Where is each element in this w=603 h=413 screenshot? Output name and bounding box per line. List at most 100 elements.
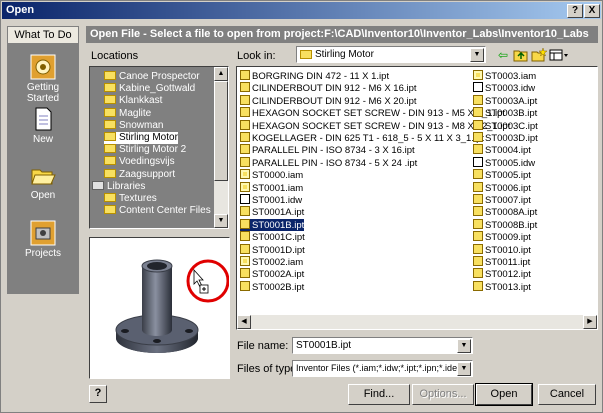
back-icon[interactable]: ⇦ <box>495 47 511 63</box>
nav-projects[interactable]: Projects <box>7 220 79 259</box>
new-folder-icon[interactable] <box>531 47 548 63</box>
file-item[interactable]: ST0001D.ipt <box>240 243 305 256</box>
file-item[interactable]: ST0001.iam <box>240 181 303 194</box>
file-item[interactable]: ST0001C.ipt <box>240 231 305 243</box>
scroll-thumb[interactable] <box>214 81 228 181</box>
view-menu-icon[interactable] <box>549 47 569 63</box>
find-button[interactable]: Find... <box>348 384 410 405</box>
help-title-button[interactable]: ? <box>567 4 583 18</box>
location-item[interactable]: Stirling Motor <box>104 132 178 144</box>
file-item[interactable]: CILINDERBOUT DIN 912 - M6 X 16.ipt <box>240 82 417 94</box>
files-of-type-select[interactable]: Inventor Files (*.iam;*.idw;*.ipt;*.ipn;… <box>292 360 473 377</box>
location-item[interactable]: Klankkast <box>104 95 162 107</box>
file-item[interactable]: ST0003.idw <box>473 82 535 94</box>
location-item[interactable]: Kabine_Gottwald <box>104 83 195 95</box>
scroll-right-icon[interactable]: ▶ <box>583 315 597 329</box>
folder-icon <box>300 50 312 59</box>
open-button[interactable]: Open <box>475 383 533 406</box>
file-item[interactable]: CILINDERBOUT DIN 912 - M6 X 20.ipt <box>240 94 417 107</box>
file-item[interactable]: ST0002B.ipt <box>240 280 305 293</box>
options-button[interactable]: Options... <box>412 384 474 405</box>
getting-started-icon <box>30 54 56 80</box>
file-item[interactable]: ST0008B.ipt <box>473 218 537 231</box>
file-item[interactable]: ST0005.ipt <box>473 169 531 181</box>
file-item[interactable]: ST0013.ipt <box>473 280 531 293</box>
scroll-left-icon[interactable]: ◀ <box>237 315 251 329</box>
file-list-scrollbar[interactable]: ◀ ▶ <box>237 315 597 329</box>
file-item[interactable]: ST0009.ipt <box>473 231 531 243</box>
locations-tree[interactable]: Canoe Prospector Kabine_Gottwald Klankkast… <box>89 66 229 229</box>
file-item[interactable]: ST0010.ipt <box>473 243 531 256</box>
file-item[interactable]: ST0011.ipt <box>473 256 530 268</box>
nav-label: Projects <box>24 248 62 259</box>
file-item[interactable]: ST0001.idw <box>240 194 302 206</box>
new-document-icon <box>30 106 56 132</box>
folder-icon <box>104 71 116 80</box>
up-folder-icon[interactable] <box>513 47 529 63</box>
file-item[interactable]: ST0003.iam <box>473 70 536 82</box>
scroll-up-icon[interactable]: ▲ <box>214 67 228 81</box>
file-name-input[interactable]: ST0001B.ipt ▼ <box>292 337 473 354</box>
file-item[interactable]: ST0006.ipt <box>473 181 531 194</box>
nav-open[interactable]: Open <box>7 162 79 201</box>
file-list[interactable]: BORGRING DIN 472 - 11 X 1.ipt CILINDERBOU… <box>236 66 598 330</box>
file-item[interactable]: ST0012.ipt <box>473 268 531 280</box>
file-item[interactable]: PARALLEL PIN - ISO 8734 - 5 X 24 .ipt <box>240 156 417 169</box>
nav-new[interactable]: New <box>7 106 79 145</box>
close-button[interactable]: X <box>584 4 600 18</box>
file-item[interactable]: ST0002.iam <box>240 256 303 268</box>
chevron-down-icon[interactable]: ▼ <box>457 362 471 376</box>
file-item[interactable]: ST0003A.ipt <box>473 94 537 107</box>
location-item[interactable]: Canoe Prospector <box>104 71 200 83</box>
location-label: Libraries <box>107 180 146 192</box>
file-name: CILINDERBOUT DIN 912 - M6 X 16.ipt <box>252 83 417 95</box>
file-item[interactable]: HEXAGON SOCKET SET SCREW - DIN 913 - M8 … <box>240 119 510 132</box>
scroll-down-icon[interactable]: ▼ <box>214 214 228 228</box>
file-item[interactable]: BORGRING DIN 472 - 11 X 1.ipt <box>240 70 389 82</box>
file-item[interactable]: ST0003C.ipt <box>473 119 538 132</box>
location-item[interactable]: Maglite <box>104 107 151 120</box>
help-button[interactable]: ? <box>89 385 107 403</box>
file-item[interactable]: ST0003D.ipt <box>473 132 538 144</box>
chevron-down-icon[interactable]: ▼ <box>457 339 471 353</box>
ipt-file-icon <box>473 119 483 130</box>
location-item[interactable]: Stirling Motor 2 <box>104 144 186 156</box>
file-item[interactable]: ST0001A.ipt <box>240 206 304 218</box>
nav-getting-started[interactable]: Getting Started <box>7 54 79 104</box>
location-item[interactable]: Content Center Files <box>104 205 211 217</box>
file-item[interactable]: ST0000.iam <box>240 169 303 181</box>
file-item[interactable]: ST0008A.ipt <box>473 206 537 218</box>
what-to-do-panel: What To Do Getting Started New Open Proj… <box>7 26 79 407</box>
file-item[interactable]: ST0004.ipt <box>473 144 531 156</box>
location-item[interactable]: Textures <box>104 193 157 205</box>
location-item[interactable]: Voedingsvijs <box>104 156 175 168</box>
look-in-combo[interactable]: Stirling Motor ▼ <box>296 46 486 63</box>
part-preview-image <box>115 259 230 353</box>
folder-icon <box>104 83 116 93</box>
chevron-down-icon[interactable]: ▼ <box>470 48 484 62</box>
idw-file-icon <box>473 82 483 93</box>
folder-icon <box>104 168 116 178</box>
file-item[interactable]: KOGELLAGER - DIN 625 T1 - 618_5 - 5 X 11… <box>240 132 484 144</box>
cancel-button[interactable]: Cancel <box>538 384 596 405</box>
file-item[interactable]: ST0002A.ipt <box>240 268 304 280</box>
location-item[interactable]: Zaagsupport <box>104 168 175 181</box>
file-name: HEXAGON SOCKET SET SCREW - DIN 913 - M5 … <box>252 108 506 120</box>
idw-file-icon <box>473 156 483 167</box>
file-item[interactable]: ST0001B.ipt <box>240 218 305 231</box>
file-item[interactable]: PARALLEL PIN - ISO 8734 - 3 X 16.ipt <box>240 144 415 156</box>
folder-icon <box>104 193 116 202</box>
files-of-type-value: Inventor Files (*.iam;*.idw;*.ipt;*.ipn;… <box>296 363 461 373</box>
locations-scrollbar[interactable]: ▲ ▼ <box>214 67 228 228</box>
file-item[interactable]: ST0005.idw <box>473 156 535 169</box>
ipt-file-icon <box>240 82 250 93</box>
file-item[interactable]: ST0007.ipt <box>473 194 531 206</box>
file-item[interactable]: ST0003B.ipt <box>473 107 537 119</box>
file-item[interactable]: HEXAGON SOCKET SET SCREW - DIN 913 - M5 … <box>240 107 505 119</box>
ipt-file-icon <box>240 132 250 142</box>
location-item[interactable]: Libraries <box>92 180 146 193</box>
file-name: ST0002B.ipt <box>252 281 305 293</box>
file-name: ST0012.ipt <box>485 269 531 281</box>
location-item[interactable]: Snowman <box>104 119 163 132</box>
file-name: ST0009.ipt <box>485 232 531 244</box>
